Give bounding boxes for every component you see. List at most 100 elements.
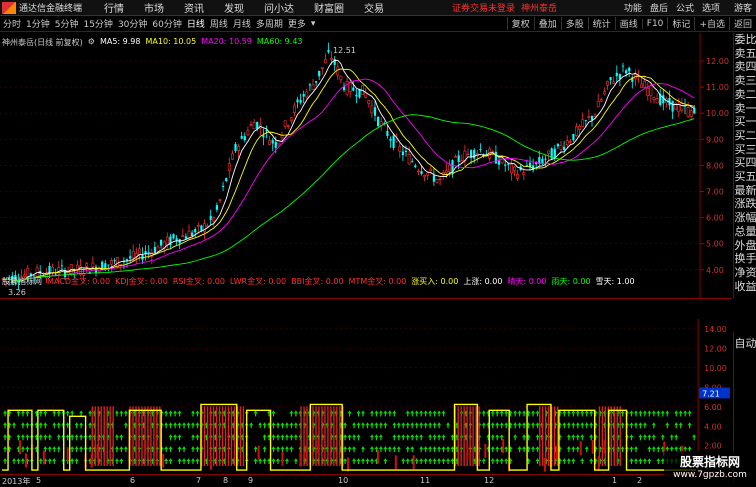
candlestick-chart[interactable]: 12.51 3.26 12.00 11.00 10.00 9.00 8.00 7.00 6.0… [0,33,732,298]
date-axis: 2013年 5 6 7 8 9 10 11 12 1 2 [0,474,732,487]
side-panel-label[interactable]: 委比 [734,33,756,47]
buy-arrow [535,410,540,417]
adjust-button[interactable]: 复权 [506,17,534,30]
multi-stock-button[interactable]: 多股 [560,17,588,30]
buy-arrow [343,446,348,453]
buy-arrow [437,434,442,441]
side-panel-label[interactable]: 买二 [734,129,756,143]
tab-intraday[interactable]: 分时 [3,17,21,30]
draw-line-button[interactable]: 画线 [614,17,642,30]
tab-more[interactable]: 更多 [288,17,306,30]
candle-body [138,248,141,255]
ma5-value: MA5: 9.98 [99,37,141,46]
watermark-title: 股票指标网 [679,455,740,469]
add-watchlist-button[interactable]: +自选 [694,17,729,30]
statistics-button[interactable]: 统计 [587,17,615,30]
side-panel-label[interactable]: 净资 [734,266,756,280]
candle-body [599,99,603,102]
buy-arrow [374,422,379,429]
side-panel-label[interactable]: 卖三 [734,74,756,88]
candle-body [590,116,594,120]
side-panel-label[interactable]: 外盘 [734,239,756,253]
candle-body [420,171,423,175]
buy-arrow [25,410,30,417]
tab-monthly[interactable]: 月线 [233,17,251,30]
buy-arrow [441,410,446,417]
price-label: 4.00 [706,266,724,275]
side-panel-label[interactable]: 买四 [734,156,756,170]
tab-30min[interactable]: 30分钟 [118,17,147,30]
red-bar [466,445,469,460]
side-panel-label[interactable]: 卖四 [734,60,756,74]
menu-item-options[interactable]: 选项 [702,1,720,14]
menu-item-trade[interactable]: 交易 [364,0,384,15]
candle-body [134,253,138,257]
side-panel-label[interactable]: 买一 [734,115,756,129]
login-notice[interactable]: 证券交易未登录 [452,1,515,14]
red-bar [502,439,505,453]
buy-arrow [396,446,401,453]
date-axis-label: 5 [36,476,42,485]
tab-1min[interactable]: 1分钟 [26,17,50,30]
red-column [206,406,209,467]
buy-arrow [423,410,428,417]
buy-arrow [168,434,173,441]
f10-button[interactable]: F10 [641,18,668,29]
candle-body [165,236,169,246]
auto-label[interactable]: 自动 [734,335,756,351]
sub-indicator-chart[interactable]: 14.0012.0010.008.006.004.002.007.21 [0,298,732,474]
candle-body [377,117,380,127]
menu-item-function[interactable]: 功能 [624,1,642,14]
guest-label[interactable]: 游客 [734,1,752,14]
side-panel-label[interactable]: 收益 [734,280,756,294]
candle-body [581,119,585,127]
candle-body [131,250,135,259]
tab-weekly[interactable]: 周线 [210,17,228,30]
side-panel-label[interactable]: 涨幅 [734,211,756,225]
candle-body [302,94,305,97]
mark-button[interactable]: 标记 [667,17,694,30]
side-panel-label[interactable]: 涨跌 [734,197,756,211]
tab-15min[interactable]: 15分钟 [83,17,112,30]
buy-arrow [481,422,486,429]
buy-arrow [423,458,428,465]
overlay-button[interactable]: 叠加 [533,17,561,30]
ma10-line [3,68,695,282]
tab-daily[interactable]: 日线 [187,17,205,30]
menu-item-quotes[interactable]: 行情 [104,0,124,15]
tab-5min[interactable]: 5分钟 [55,17,79,30]
side-panel-label[interactable]: 买三 [734,143,756,157]
menu-item-wealth[interactable]: 财富圈 [314,0,344,15]
menu-item-discover[interactable]: 发现 [224,0,244,15]
menu-item-market[interactable]: 市场 [144,0,164,15]
side-panel-label[interactable]: 总量 [734,225,756,239]
buy-arrow [535,446,540,453]
side-panel-label[interactable]: 卖一 [734,102,756,116]
back-button[interactable]: 返回 [728,17,756,30]
buy-arrow [38,410,43,417]
side-panel-label[interactable]: 换手 [734,252,756,266]
side-panel-label[interactable]: 最新 [734,184,756,198]
menu-item-formula[interactable]: 公式 [676,1,694,14]
ma60-value: MA60: 9.43 [256,37,303,46]
gear-icon[interactable]: ⚙ [88,37,95,48]
sub-indicator-value: 上涨: 0.00 [463,277,503,286]
buy-arrow [432,458,437,465]
side-panel-label[interactable]: 卖五 [734,47,756,61]
candle-body [274,141,277,148]
candle-body [194,229,197,233]
candle-body [447,164,451,172]
more-dropdown-icon[interactable]: ▾ [311,19,316,29]
buy-arrow [522,410,527,417]
red-bar [394,455,397,470]
side-panel-label[interactable]: 卖二 [734,88,756,102]
candle-body [345,81,349,95]
tab-60min[interactable]: 60分钟 [152,17,181,30]
red-bar [412,455,415,470]
menu-item-after-hours[interactable]: 盘后 [650,1,668,14]
menu-item-xiaoda[interactable]: 问小达 [264,0,294,15]
tab-multi-period[interactable]: 多周期 [256,17,283,30]
menu-item-news[interactable]: 资讯 [184,0,204,15]
side-panel-label[interactable]: 买五 [734,170,756,184]
candle-body [69,264,73,274]
